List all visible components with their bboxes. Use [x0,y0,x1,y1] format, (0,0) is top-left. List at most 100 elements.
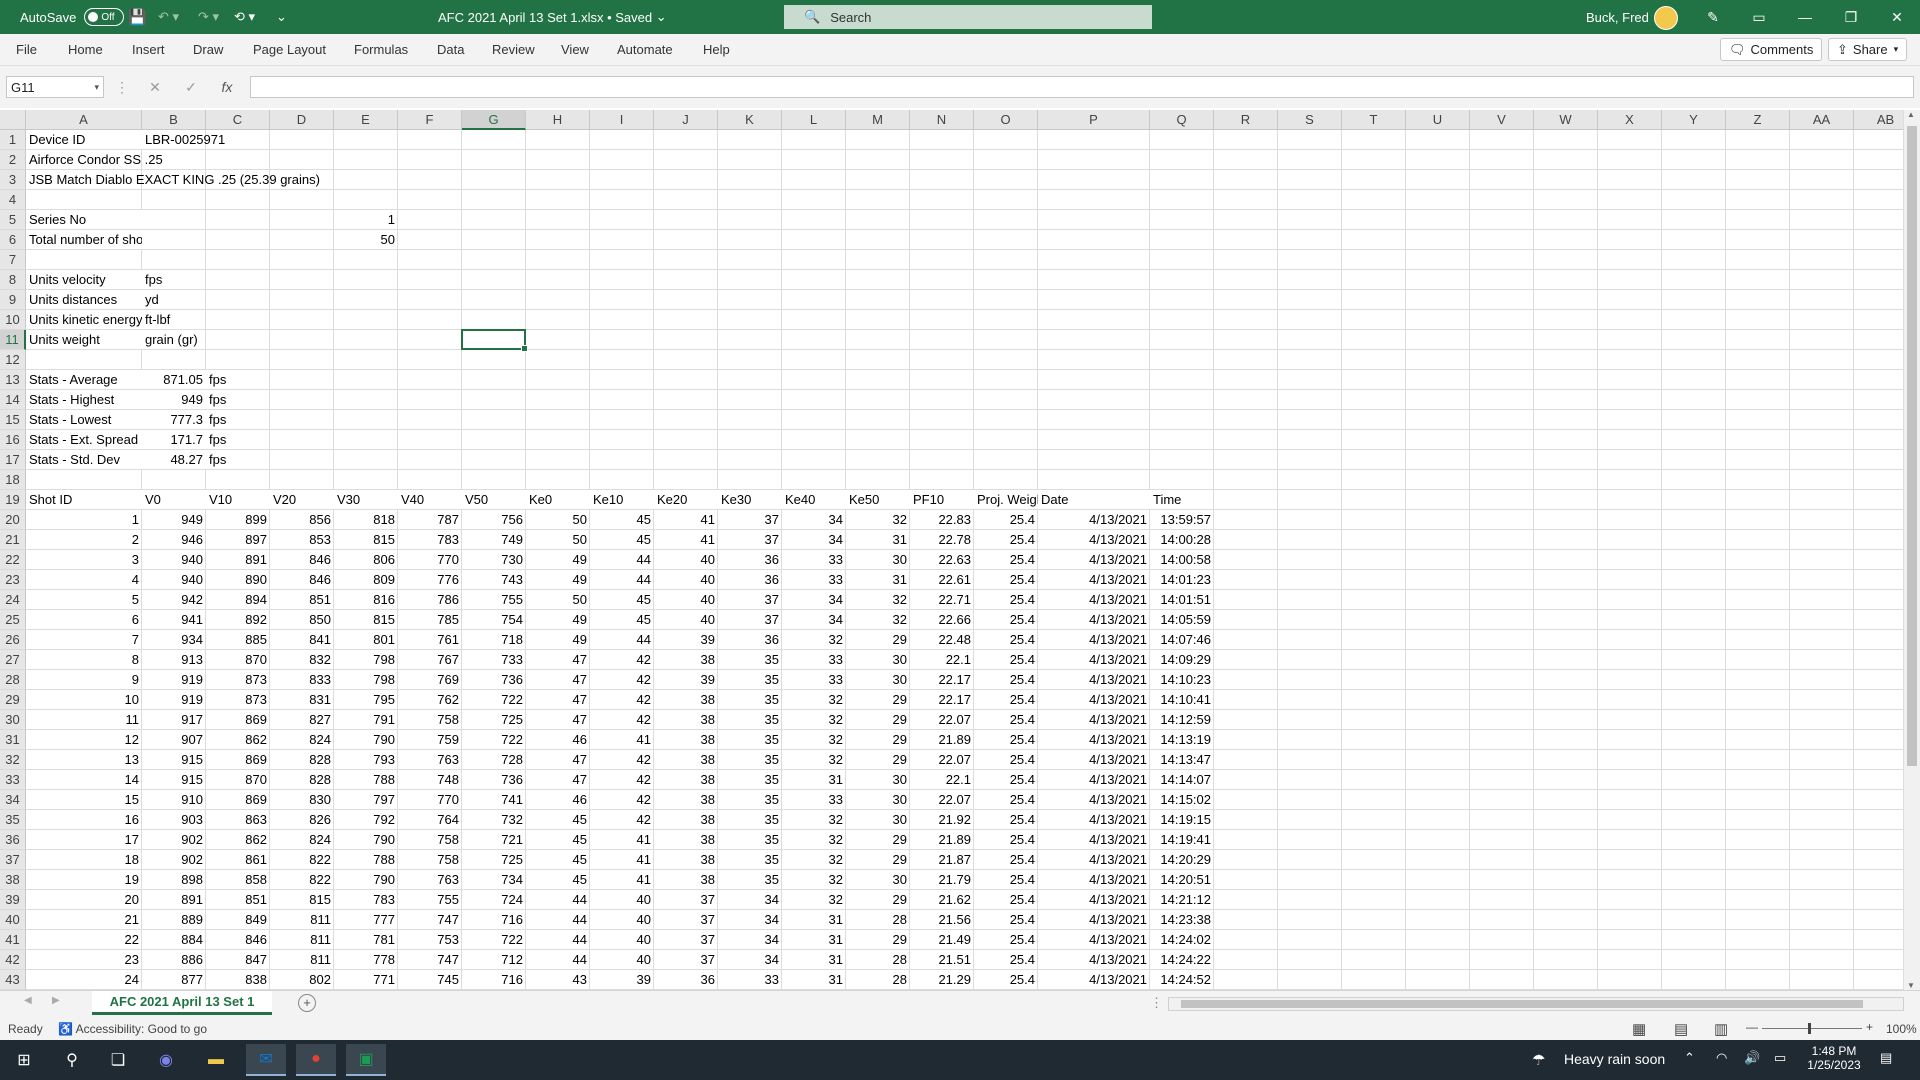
empty-cell[interactable] [1662,630,1726,650]
empty-cell[interactable] [1038,210,1150,230]
empty-cell[interactable] [782,310,846,330]
empty-cell[interactable] [1726,970,1790,990]
cell-C21[interactable]: 897 [206,530,270,550]
empty-cell[interactable] [1726,830,1790,850]
cell-P26[interactable]: 4/13/2021 [1038,630,1150,650]
empty-cell[interactable] [654,230,718,250]
cell-E39[interactable]: 783 [334,890,398,910]
cell-F19[interactable]: V40 [398,490,462,510]
cell-B25[interactable]: 941 [142,610,206,630]
cell-F35[interactable]: 764 [398,810,462,830]
empty-cell[interactable] [1342,850,1406,870]
customize-qat-icon[interactable]: ⌄ [276,0,287,34]
cell-F39[interactable]: 755 [398,890,462,910]
empty-cell[interactable] [1342,790,1406,810]
empty-cell[interactable] [782,170,846,190]
cell-I29[interactable]: 42 [590,690,654,710]
column-header[interactable]: I [590,110,654,130]
cell-M21[interactable]: 31 [846,530,910,550]
column-header[interactable]: F [398,110,462,130]
empty-cell[interactable] [1342,870,1406,890]
row-header[interactable]: 4 [0,190,26,210]
tab-file[interactable]: File [16,34,37,65]
cell-L25[interactable]: 34 [782,610,846,630]
empty-cell[interactable] [1406,770,1470,790]
cell-E32[interactable]: 793 [334,750,398,770]
search-box[interactable]: 🔍 Search [784,5,1152,29]
cell-Q29[interactable]: 14:10:41 [1150,690,1214,710]
row-header[interactable]: 31 [0,730,26,750]
row-header[interactable]: 8 [0,270,26,290]
cell-H30[interactable]: 47 [526,710,590,730]
cell-C23[interactable]: 890 [206,570,270,590]
cell-M43[interactable]: 28 [846,970,910,990]
empty-cell[interactable] [1406,430,1470,450]
row-header[interactable]: 40 [0,910,26,930]
cell-E30[interactable]: 791 [334,710,398,730]
empty-cell[interactable] [462,350,526,370]
cell-K21[interactable]: 37 [718,530,782,550]
empty-cell[interactable] [1662,850,1726,870]
empty-cell[interactable] [334,470,398,490]
empty-cell[interactable] [1214,610,1278,630]
column-header[interactable]: H [526,110,590,130]
cell-P32[interactable]: 4/13/2021 [1038,750,1150,770]
empty-cell[interactable] [1342,350,1406,370]
empty-cell[interactable] [1342,690,1406,710]
cell-D39[interactable]: 815 [270,890,334,910]
cell-A34[interactable]: 15 [26,790,142,810]
empty-cell[interactable] [1342,830,1406,850]
cell-D24[interactable]: 851 [270,590,334,610]
empty-cell[interactable] [718,390,782,410]
empty-cell[interactable] [1598,850,1662,870]
cell-L29[interactable]: 32 [782,690,846,710]
empty-cell[interactable] [1470,610,1534,630]
empty-cell[interactable] [1598,410,1662,430]
empty-cell[interactable] [974,410,1038,430]
empty-cell[interactable] [1598,630,1662,650]
cell-L22[interactable]: 33 [782,550,846,570]
cell-M28[interactable]: 30 [846,670,910,690]
empty-cell[interactable] [910,190,974,210]
chevron-up-icon[interactable]: ⌃ [1684,1050,1695,1066]
cell-H25[interactable]: 49 [526,610,590,630]
cell-D34[interactable]: 830 [270,790,334,810]
empty-cell[interactable] [590,370,654,390]
empty-cell[interactable] [1598,290,1662,310]
row-header[interactable]: 21 [0,530,26,550]
empty-cell[interactable] [1470,810,1534,830]
empty-cell[interactable] [1662,690,1726,710]
empty-cell[interactable] [654,330,718,350]
empty-cell[interactable] [910,150,974,170]
empty-cell[interactable] [718,430,782,450]
empty-cell[interactable] [1598,690,1662,710]
empty-cell[interactable] [590,210,654,230]
empty-cell[interactable] [1790,410,1854,430]
row-header[interactable]: 16 [0,430,26,450]
cell-B19[interactable]: V0 [142,490,206,510]
empty-cell[interactable] [1278,970,1342,990]
empty-cell[interactable] [718,170,782,190]
empty-cell[interactable] [26,190,142,210]
avatar[interactable] [1654,6,1678,30]
cell-H28[interactable]: 47 [526,670,590,690]
empty-cell[interactable] [1150,310,1214,330]
empty-cell[interactable] [1214,150,1278,170]
empty-cell[interactable] [1598,870,1662,890]
cell-P40[interactable]: 4/13/2021 [1038,910,1150,930]
cell-N36[interactable]: 21.89 [910,830,974,850]
empty-cell[interactable] [910,130,974,150]
empty-cell[interactable] [1790,590,1854,610]
cell-E33[interactable]: 788 [334,770,398,790]
cell-J31[interactable]: 38 [654,730,718,750]
add-sheet-icon[interactable]: + [298,994,316,1012]
empty-cell[interactable] [1278,310,1342,330]
empty-cell[interactable] [1726,470,1790,490]
empty-cell[interactable] [718,230,782,250]
empty-cell[interactable] [398,290,462,310]
empty-cell[interactable] [1342,230,1406,250]
empty-cell[interactable] [846,290,910,310]
empty-cell[interactable] [1278,230,1342,250]
cell-I28[interactable]: 42 [590,670,654,690]
cell-K36[interactable]: 35 [718,830,782,850]
